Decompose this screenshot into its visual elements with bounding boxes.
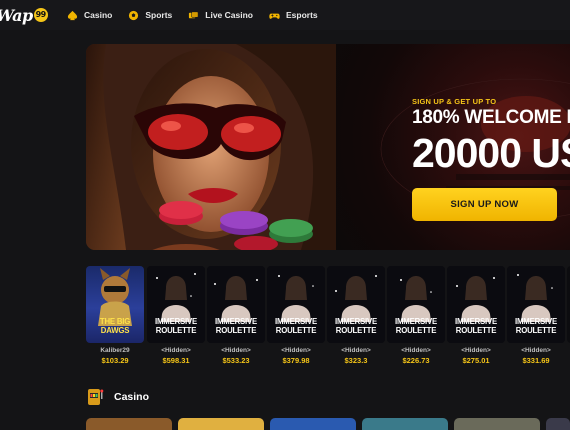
gamepad-icon — [269, 13, 280, 19]
sign-up-button[interactable]: SIGN UP NOW — [412, 188, 557, 221]
promo-amount: 20000 US — [412, 130, 570, 176]
nav-casino[interactable]: Casino — [67, 10, 112, 21]
game-thumbnail[interactable]: IMMERSIVE ROULETTE — [147, 266, 205, 343]
promo-headline: 180% WELCOME BO — [412, 107, 570, 128]
win-amount: $598.31 — [162, 356, 190, 365]
casino-game-tile[interactable] — [86, 418, 172, 430]
slot-machine-icon — [88, 389, 104, 405]
game-thumbnail[interactable]: IMMERSIVE ROULETTE — [267, 266, 325, 343]
game-title: IMMERSIVE ROULETTE — [215, 317, 257, 335]
recent-wins-row: THE BIG DAWGS Kaliber29 $103.29 IMMERSIV… — [86, 266, 570, 370]
left-sidebar — [0, 30, 70, 430]
recent-win-card[interactable]: THE BIG DAWGS Kaliber29 $103.29 — [86, 266, 144, 365]
recent-win-card[interactable]: IMMERSIVE ROULETTE <Hidden> $226.73 — [387, 266, 445, 365]
game-thumbnail[interactable]: THE BIG DAWGS — [86, 266, 144, 343]
soccer-ball-icon — [129, 10, 139, 20]
game-title: IMMERSIVE ROULETTE — [335, 317, 377, 335]
game-title: IMMERSIVE ROULETTE — [455, 317, 497, 335]
nav-esports[interactable]: Esports — [269, 10, 318, 21]
player-name: <Hidden> — [341, 347, 371, 354]
recent-win-card[interactable]: IMMERSIVE ROULETTE <Hidden> $598.31 — [147, 266, 205, 365]
player-name: <Hidden> — [521, 347, 551, 354]
win-amount: $323.3 — [344, 356, 368, 365]
live-cards-icon — [189, 11, 199, 18]
woman-sunglasses-illustration — [86, 44, 346, 250]
casino-game-tile[interactable] — [546, 418, 570, 430]
spade-icon — [67, 10, 78, 20]
game-title: IMMERSIVE ROULETTE — [395, 317, 437, 335]
recent-win-card[interactable]: IMMERSIVE ROULETTE <Hidden> $331.69 — [507, 266, 565, 365]
game-thumbnail[interactable]: IMMERSIVE ROULETTE — [447, 266, 505, 343]
main-nav: Casino Sports Live Casino Esports — [67, 0, 318, 30]
game-title: IMMERSIVE ROULETTE — [515, 317, 557, 335]
win-amount: $331.69 — [522, 356, 550, 365]
recent-win-card[interactable]: IMMERSIVE ROULETTE <Hidden> $323.3 — [327, 266, 385, 365]
player-name: <Hidden> — [281, 347, 311, 354]
nav-label: Live Casino — [205, 10, 253, 20]
win-amount: $103.29 — [101, 356, 129, 365]
casino-game-tile[interactable] — [454, 418, 540, 430]
wap99-logo[interactable]: Wap99 — [0, 5, 48, 25]
recent-win-card[interactable]: IMMERSIVE ROULETTE <Hidden> $275.01 — [447, 266, 505, 365]
nav-live-casino[interactable]: Live Casino — [188, 10, 253, 21]
nav-label: Sports — [145, 10, 173, 20]
win-amount: $275.01 — [462, 356, 490, 365]
casino-game-tile[interactable] — [178, 418, 264, 430]
win-amount: $533.23 — [222, 356, 250, 365]
banner-artwork — [86, 44, 346, 250]
promo-kicker: SIGN UP & GET UP TO — [412, 97, 497, 106]
casino-section-header: Casino — [86, 386, 149, 408]
player-name: <Hidden> — [401, 347, 431, 354]
game-thumbnail[interactable]: IMMERSIVE ROULETTE — [507, 266, 565, 343]
game-title: IMMERSIVE ROULETTE — [275, 317, 317, 335]
recent-win-card[interactable]: IMMERSIVE ROULETTE <Hidden> $379.98 — [267, 266, 325, 365]
game-thumbnail[interactable]: IMMERSIVE ROULETTE — [327, 266, 385, 343]
casino-game-tile[interactable] — [270, 418, 356, 430]
player-name: <Hidden> — [461, 347, 491, 354]
top-navigation-bar: Wap99 Casino Sports Live Casino Esports — [0, 0, 570, 30]
win-amount: $226.73 — [402, 356, 430, 365]
casino-game-tile[interactable] — [362, 418, 448, 430]
game-thumbnail[interactable]: IMMERSIVE ROULETTE — [387, 266, 445, 343]
player-name: Kaliber29 — [100, 347, 130, 354]
nav-label: Esports — [285, 10, 318, 20]
game-title: IMMERSIVE ROULETTE — [155, 317, 197, 335]
win-amount: $379.98 — [282, 356, 310, 365]
section-title: Casino — [114, 391, 150, 403]
game-thumbnail[interactable]: IMMERSIVE ROULETTE — [207, 266, 265, 343]
game-title: THE BIG DAWGS — [99, 317, 131, 335]
player-name: <Hidden> — [221, 347, 251, 354]
nav-sports[interactable]: Sports — [128, 10, 172, 21]
nav-label: Casino — [84, 10, 113, 20]
recent-win-card[interactable]: IMMERSIVE ROULETTE <Hidden> $533.23 — [207, 266, 265, 365]
player-name: <Hidden> — [161, 347, 191, 354]
casino-games-row — [86, 418, 570, 430]
